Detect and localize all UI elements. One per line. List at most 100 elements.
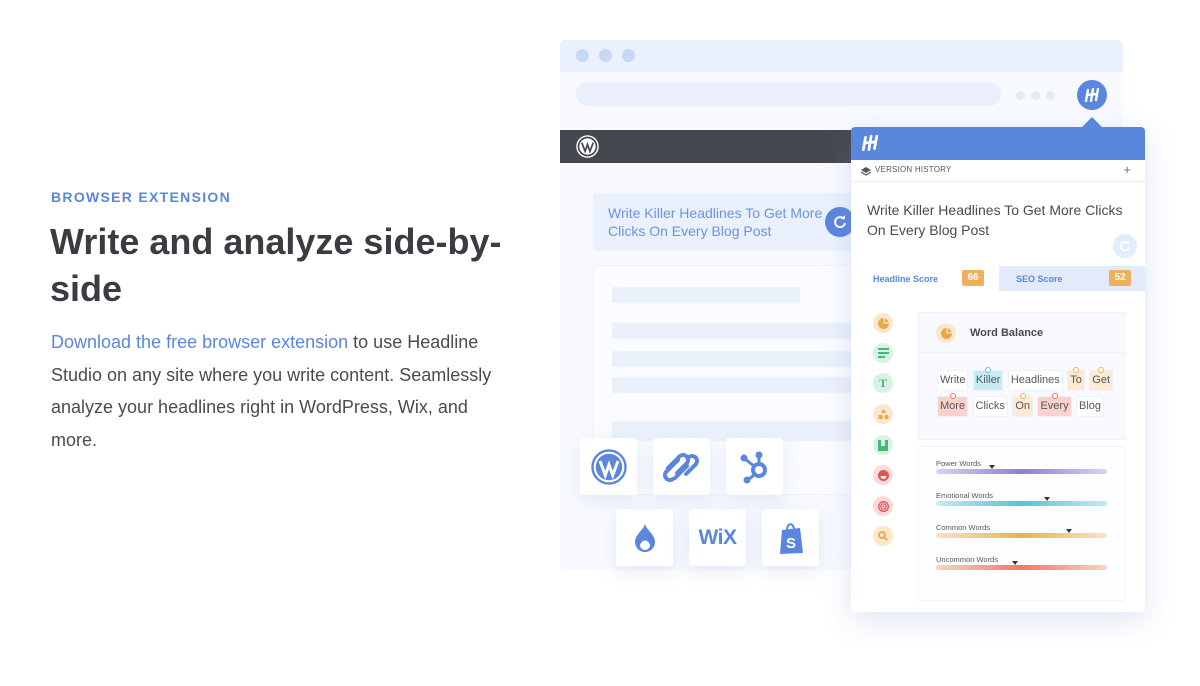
length-icon[interactable] bbox=[873, 343, 893, 363]
meter-bar bbox=[936, 469, 1107, 474]
emotion-icon[interactable] bbox=[873, 465, 893, 485]
word-text: Killer bbox=[975, 374, 1001, 386]
panel-caret bbox=[1082, 117, 1102, 127]
hubspot-icon bbox=[740, 451, 767, 483]
word-text: Blog bbox=[1079, 400, 1102, 412]
word-text: Get bbox=[1092, 374, 1111, 386]
section-description: Download the free browser extension to u… bbox=[51, 326, 511, 456]
word-text: Write bbox=[940, 374, 966, 386]
meter-uncommon-words: Uncommon Words bbox=[936, 555, 1107, 570]
word-chip[interactable]: Clicks bbox=[972, 396, 1008, 417]
platform-wordpress bbox=[580, 438, 637, 495]
word-chip[interactable]: Headlines bbox=[1007, 370, 1063, 391]
svg-text:S: S bbox=[785, 535, 795, 552]
menu-dot bbox=[1046, 91, 1055, 100]
word-balance-icon[interactable] bbox=[873, 313, 893, 333]
wordpress-icon[interactable] bbox=[576, 135, 599, 158]
search-icon[interactable] bbox=[873, 526, 893, 546]
text-placeholder-line bbox=[612, 287, 800, 303]
word-marker-dot bbox=[985, 367, 992, 373]
word-marker-dot bbox=[1073, 367, 1080, 373]
menu-dot bbox=[1031, 91, 1040, 100]
meter-marker bbox=[1011, 561, 1018, 565]
meter-bar bbox=[936, 533, 1107, 538]
word-chip[interactable]: More bbox=[937, 393, 969, 417]
word-text: On bbox=[1015, 400, 1030, 412]
meter-marker bbox=[989, 465, 996, 469]
platform-wix: WiX bbox=[689, 509, 746, 566]
tab-seo-score[interactable]: SEO Score 52 bbox=[999, 266, 1145, 291]
section-title: Write and analyze side-by-side bbox=[50, 221, 502, 309]
version-history-label: VERSION HISTORY bbox=[875, 165, 952, 174]
platform-hubspot bbox=[726, 438, 783, 495]
tab-label: Headline Score bbox=[873, 274, 939, 284]
refresh-icon bbox=[1119, 240, 1131, 252]
word-marker-dot bbox=[1019, 393, 1026, 399]
word-balance-icon bbox=[936, 323, 956, 343]
add-version-button[interactable]: + bbox=[1123, 162, 1131, 177]
seo-score-badge: 52 bbox=[1109, 270, 1131, 286]
editor-headline[interactable]: Write Killer Headlines To Get More Click… bbox=[593, 193, 863, 251]
download-extension-link[interactable]: Download the free browser extension bbox=[51, 332, 348, 352]
meter-emotional-words: Emotional Words bbox=[936, 491, 1107, 506]
word-balance-card: Word Balance Write Killer Headlines To G… bbox=[918, 312, 1125, 440]
word-chip[interactable]: Blog bbox=[1076, 396, 1105, 417]
word-text: Clicks bbox=[975, 400, 1005, 412]
target-icon[interactable] bbox=[873, 496, 893, 516]
panel-refresh-button[interactable] bbox=[1113, 234, 1137, 258]
platform-squarespace bbox=[653, 438, 710, 495]
refresh-icon bbox=[834, 215, 846, 229]
word-marker-dot bbox=[949, 393, 956, 399]
headline-studio-logo-icon bbox=[1084, 88, 1100, 102]
word-chip[interactable]: Killer bbox=[972, 367, 1004, 391]
tab-label: SEO Score bbox=[1016, 274, 1063, 284]
panel-header bbox=[851, 127, 1145, 160]
wordpress-icon bbox=[590, 448, 627, 485]
shopify-icon: S bbox=[779, 522, 803, 554]
meter-marker bbox=[1066, 529, 1073, 533]
word-balance-words: Write Killer Headlines To Get More Clicks… bbox=[937, 367, 1117, 422]
text-placeholder-line bbox=[612, 351, 884, 367]
word-marker-dot bbox=[1098, 367, 1105, 373]
text-placeholder-line bbox=[612, 377, 884, 393]
meter-label: Emotional Words bbox=[936, 491, 993, 500]
type-icon[interactable]: T bbox=[873, 373, 893, 393]
version-history-row[interactable]: VERSION HISTORY + bbox=[851, 160, 1145, 182]
meter-marker bbox=[1044, 497, 1051, 501]
panel-headline[interactable]: Write Killer Headlines To Get More Click… bbox=[867, 201, 1142, 240]
word-marker-dot bbox=[1051, 393, 1058, 399]
word-text: To bbox=[1070, 374, 1082, 386]
bookmark-icon[interactable] bbox=[873, 435, 893, 455]
word-chip[interactable]: Every bbox=[1037, 393, 1072, 417]
address-bar[interactable] bbox=[576, 82, 1001, 106]
meter-bar bbox=[936, 501, 1107, 506]
word-chip[interactable]: On bbox=[1012, 393, 1033, 417]
meter-common-words: Common Words bbox=[936, 523, 1107, 538]
wix-icon: WiX bbox=[698, 525, 737, 549]
word-meters: Power Words Emotional Words Common Words Un… bbox=[918, 446, 1125, 601]
meter-label: Uncommon Words bbox=[936, 555, 998, 564]
headline-score-badge: 66 bbox=[962, 270, 984, 286]
menu-dot bbox=[1016, 91, 1025, 100]
section-eyebrow: BROWSER EXTENSION bbox=[51, 189, 232, 205]
meter-bar bbox=[936, 565, 1107, 570]
tab-headline-score[interactable]: Headline Score 66 bbox=[851, 266, 999, 291]
extension-button[interactable] bbox=[1077, 80, 1107, 110]
word-chip[interactable]: Write bbox=[937, 370, 969, 391]
text-placeholder-line bbox=[612, 323, 884, 339]
meter-power-words: Power Words bbox=[936, 459, 1107, 474]
shapes-icon[interactable] bbox=[873, 404, 893, 424]
platform-drupal bbox=[616, 509, 673, 566]
window-dot bbox=[622, 49, 635, 62]
platform-shopify: S bbox=[762, 509, 819, 566]
word-chip[interactable]: To bbox=[1067, 367, 1085, 391]
word-chip[interactable]: Get bbox=[1089, 367, 1114, 391]
drupal-icon bbox=[634, 522, 655, 552]
word-balance-title: Word Balance bbox=[970, 327, 1044, 339]
browser-titlebar bbox=[560, 40, 1123, 72]
word-text: More bbox=[940, 400, 966, 412]
window-dot bbox=[599, 49, 612, 62]
word-text: Headlines bbox=[1010, 374, 1060, 386]
extension-panel: VERSION HISTORY + Write Killer Headlines… bbox=[851, 127, 1145, 612]
squarespace-icon bbox=[662, 452, 699, 482]
